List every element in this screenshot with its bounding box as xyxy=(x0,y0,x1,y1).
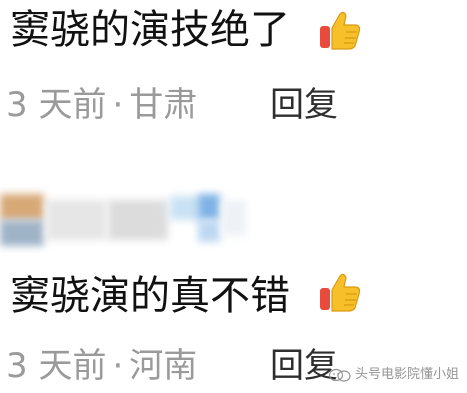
comment-meta: 3 天前 · 甘肃 xyxy=(6,85,197,125)
thumbs-up-icon xyxy=(320,273,361,312)
comment-time: 3 天前 xyxy=(6,85,107,125)
wechat-official-account-icon xyxy=(328,368,351,382)
comment-location: 河南 xyxy=(129,346,198,386)
comment-time: 3 天前 xyxy=(6,346,107,386)
comment-text: 窦骁的演技绝了 xyxy=(10,7,290,53)
meta-separator: · xyxy=(112,346,124,386)
watermark: 头号电影院懂小姐 xyxy=(328,367,459,383)
watermark-text: 头号电影院懂小姐 xyxy=(354,367,459,382)
avatar xyxy=(0,194,250,246)
comment-location: 甘肃 xyxy=(129,85,198,125)
thumbs-up-icon xyxy=(320,11,361,50)
reply-button[interactable]: 回复 xyxy=(270,85,338,125)
meta-separator: · xyxy=(112,85,124,125)
comment-meta: 3 天前 · 河南 xyxy=(6,346,197,386)
comment-text: 窦骁演的真不错 xyxy=(10,273,290,319)
reply-button[interactable]: 回复 xyxy=(270,346,338,386)
